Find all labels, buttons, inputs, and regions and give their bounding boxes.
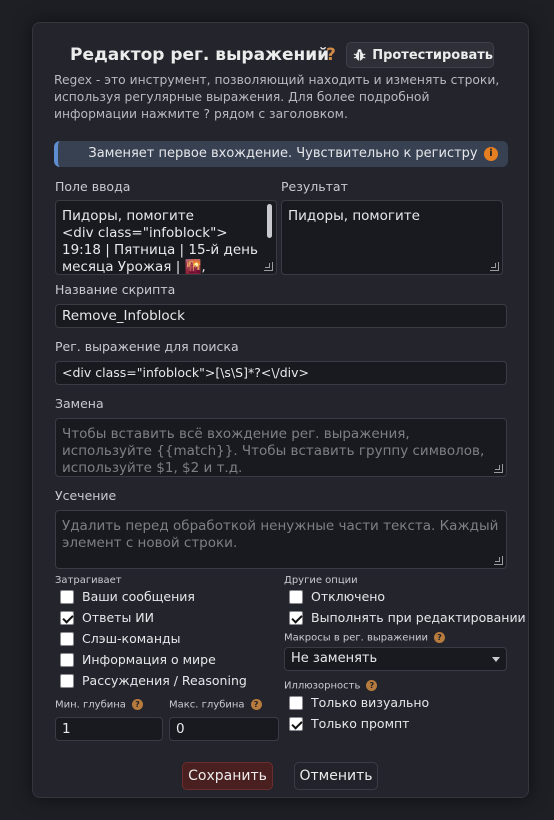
bug-icon bbox=[353, 49, 366, 61]
input-scrollbar[interactable] bbox=[267, 204, 272, 238]
cancel-button[interactable]: Отменить bbox=[294, 762, 378, 790]
script-name-label: Название скрипта bbox=[55, 282, 176, 297]
min-depth-label-text: Мин. глубина bbox=[55, 699, 126, 711]
checkbox[interactable] bbox=[60, 631, 74, 646]
title-row: Редактор рег. выражений ? Протестировать bbox=[33, 42, 528, 71]
result-textarea[interactable]: Пидоры, помогите bbox=[281, 200, 503, 275]
affects-slash-commands[interactable]: Слэш-команды bbox=[60, 631, 181, 646]
checkbox[interactable] bbox=[289, 610, 303, 625]
checkbox[interactable] bbox=[289, 589, 303, 604]
checkbox[interactable] bbox=[60, 652, 74, 667]
max-depth-label: Макс. глубина? bbox=[169, 699, 262, 711]
affects-world-info[interactable]: Информация о мире bbox=[60, 652, 216, 667]
info-icon[interactable]: i bbox=[484, 147, 498, 161]
checkbox-label: Отключено bbox=[311, 589, 386, 604]
resize-handle[interactable] bbox=[490, 262, 499, 271]
info-bar: Заменяет первое вхождение. Чувствительно… bbox=[54, 141, 508, 167]
help-icon[interactable]: ? bbox=[433, 632, 445, 643]
script-name-input[interactable]: Remove_Infoblock bbox=[55, 304, 507, 328]
checkbox-label: Ваши сообщения bbox=[82, 589, 195, 604]
affects-reasoning[interactable]: Рассуждения / Reasoning bbox=[60, 673, 247, 688]
trim-label: Усечение bbox=[55, 488, 117, 503]
checkbox-label: Выполнять при редактировании bbox=[311, 610, 526, 625]
checkbox[interactable] bbox=[60, 589, 74, 604]
input-line: Пидоры, помогите bbox=[62, 208, 194, 224]
trim-placeholder: Удалить перед обработкой ненужные части … bbox=[62, 518, 499, 551]
resize-handle[interactable] bbox=[494, 556, 503, 565]
resize-handle[interactable] bbox=[494, 464, 503, 473]
checkbox-label: Слэш-команды bbox=[82, 631, 181, 646]
min-depth-label: Мин. глубина? bbox=[55, 699, 143, 711]
help-icon[interactable]: ? bbox=[366, 680, 378, 691]
option-prompt-only[interactable]: Только промпт bbox=[289, 716, 409, 731]
result-field-label: Результат bbox=[281, 179, 348, 194]
input-line: 19:18 | Пятница | 15-й день bbox=[62, 242, 258, 258]
find-regex-input[interactable]: <div class="infoblock">[\s\S]*?<\/div> bbox=[55, 361, 507, 385]
option-disabled[interactable]: Отключено bbox=[289, 589, 385, 604]
chevron-down-icon bbox=[492, 656, 500, 662]
input-line: <div class="infoblock"> bbox=[62, 225, 228, 241]
replace-textarea[interactable]: Чтобы вставить всё вхождение рег. выраже… bbox=[55, 418, 507, 477]
affects-label: Затрагивает bbox=[55, 575, 122, 586]
checkbox-label: Рассуждения / Reasoning bbox=[82, 673, 247, 688]
regex-editor-dialog: Редактор рег. выражений ? Протестировать… bbox=[32, 22, 529, 798]
result-value: Пидоры, помогите bbox=[288, 208, 420, 224]
info-bar-text: Заменяет первое вхождение. Чувствительно… bbox=[88, 146, 478, 161]
checkbox[interactable] bbox=[289, 695, 303, 710]
macros-selected: Не заменять bbox=[291, 651, 378, 666]
max-depth-label-text: Макс. глубина bbox=[169, 699, 245, 711]
save-button[interactable]: Сохранить bbox=[182, 762, 273, 790]
help-icon[interactable]: ? bbox=[250, 699, 262, 710]
find-regex-label: Рег. выражение для поиска bbox=[55, 339, 239, 354]
resize-handle[interactable] bbox=[264, 262, 273, 271]
checkbox-label: Информация о мире bbox=[82, 652, 216, 667]
other-options-label: Другие опции bbox=[284, 575, 358, 586]
replace-label: Замена bbox=[55, 396, 104, 411]
affects-ai-replies[interactable]: Ответы ИИ bbox=[60, 610, 154, 625]
ephemerality-label: Иллюзорность? bbox=[284, 680, 378, 692]
checkbox[interactable] bbox=[60, 673, 74, 688]
checkbox-label: Только визуально bbox=[311, 695, 430, 710]
option-run-on-edit[interactable]: Выполнять при редактировании bbox=[289, 610, 526, 625]
min-depth-input[interactable]: 1 bbox=[55, 717, 163, 741]
affects-user-messages[interactable]: Ваши сообщения bbox=[60, 589, 195, 604]
input-line: месяца Урожая | 🌇, bbox=[62, 259, 206, 275]
input-textarea[interactable]: Пидоры, помогите <div class="infoblock">… bbox=[55, 200, 277, 275]
checkbox[interactable] bbox=[60, 610, 74, 625]
option-visual-only[interactable]: Только визуально bbox=[289, 695, 429, 710]
help-icon[interactable]: ? bbox=[131, 699, 143, 710]
macros-label-text: Макросы в рег. выражении bbox=[284, 632, 428, 644]
checkbox-label: Только промпт bbox=[311, 716, 410, 731]
input-field-label: Поле ввода bbox=[55, 179, 131, 194]
ephemerality-label-text: Иллюзорность bbox=[284, 680, 361, 692]
description: Regex - это инструмент, позволяющий нахо… bbox=[54, 73, 500, 121]
max-depth-input[interactable]: 0 bbox=[169, 717, 279, 741]
test-button[interactable]: Протестировать bbox=[346, 42, 494, 68]
macros-select[interactable]: Не заменять bbox=[284, 647, 507, 671]
replace-placeholder: Чтобы вставить всё вхождение рег. выраже… bbox=[62, 426, 485, 476]
checkbox-label: Ответы ИИ bbox=[82, 610, 155, 625]
macros-label: Макросы в рег. выражении? bbox=[284, 632, 445, 644]
trim-textarea[interactable]: Удалить перед обработкой ненужные части … bbox=[55, 510, 507, 569]
test-button-label: Протестировать bbox=[372, 47, 493, 63]
checkbox[interactable] bbox=[289, 716, 303, 731]
help-icon[interactable]: ? bbox=[326, 43, 336, 67]
dialog-title: Редактор рег. выражений bbox=[70, 45, 330, 65]
